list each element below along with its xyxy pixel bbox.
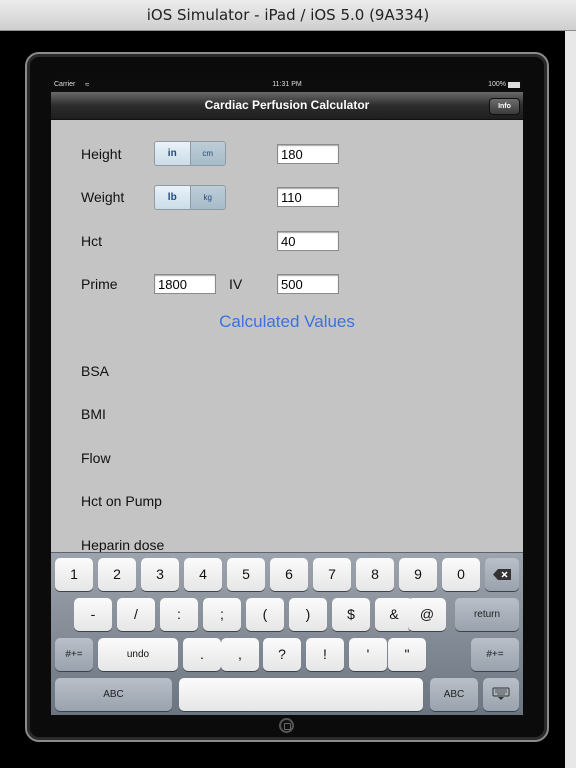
navigation-bar: Cardiac Perfusion Calculator Info	[51, 92, 523, 120]
desktop-background	[565, 31, 576, 768]
keyboard: 1 2 3 4 5 6 7 8 9 0 - / : ; ( ) $ & @ re…	[51, 552, 523, 715]
key-comma[interactable]: ,	[221, 638, 259, 671]
bmi-label: BMI	[81, 406, 106, 422]
flow-label: Flow	[81, 450, 111, 466]
key-at[interactable]: @	[408, 598, 446, 631]
window-title: iOS Simulator - iPad / iOS 5.0 (9A334)	[146, 6, 430, 24]
key-slash[interactable]: /	[117, 598, 155, 631]
nav-title: Cardiac Perfusion Calculator	[204, 98, 370, 112]
iv-input[interactable]	[277, 274, 339, 294]
battery-percent: 100%	[488, 81, 506, 88]
status-time: 11:31 PM	[272, 81, 302, 88]
prime-label: Prime	[81, 276, 118, 292]
prime-input[interactable]	[154, 274, 216, 294]
abc-key-right[interactable]: ABC	[430, 678, 478, 711]
keyboard-dismiss-icon	[492, 687, 510, 701]
dismiss-keyboard-key[interactable]	[483, 678, 519, 711]
key-1[interactable]: 1	[55, 558, 93, 591]
undo-key[interactable]: undo	[98, 638, 178, 671]
ipad-screen: Carrier ≈ 11:31 PM 100% Cardiac Perfusio…	[51, 79, 523, 715]
key-exclamation[interactable]: !	[306, 638, 344, 671]
weight-input[interactable]	[277, 187, 339, 207]
space-key[interactable]	[179, 678, 423, 711]
height-input[interactable]	[277, 144, 339, 164]
key-0[interactable]: 0	[442, 558, 480, 591]
backspace-icon	[493, 568, 511, 580]
battery-icon	[508, 82, 520, 88]
height-unit-segmented: in cm	[154, 141, 226, 166]
key-dollar[interactable]: $	[332, 598, 370, 631]
key-open-paren[interactable]: (	[246, 598, 284, 631]
key-4[interactable]: 4	[184, 558, 222, 591]
abc-key-left[interactable]: ABC	[55, 678, 172, 711]
weight-unit-kg[interactable]: kg	[189, 186, 225, 209]
hct-input[interactable]	[277, 231, 339, 251]
return-key[interactable]: return	[455, 598, 519, 631]
bsa-label: BSA	[81, 363, 110, 379]
key-6[interactable]: 6	[270, 558, 308, 591]
status-bar: Carrier ≈ 11:31 PM 100%	[51, 79, 523, 92]
home-button[interactable]	[279, 718, 294, 733]
weight-label: Weight	[81, 189, 125, 205]
symbols-key-right[interactable]: #+=	[471, 638, 519, 671]
key-semicolon[interactable]: ;	[203, 598, 241, 631]
key-2[interactable]: 2	[98, 558, 136, 591]
key-8[interactable]: 8	[356, 558, 394, 591]
symbols-key-left[interactable]: #+=	[55, 638, 93, 671]
key-question[interactable]: ?	[263, 638, 301, 671]
heparin-dose-label: Heparin dose	[81, 537, 165, 553]
key-hyphen[interactable]: -	[74, 598, 112, 631]
height-label: Height	[81, 146, 122, 162]
key-colon[interactable]: :	[160, 598, 198, 631]
height-unit-cm[interactable]: cm	[189, 142, 225, 165]
weight-unit-segmented: lb kg	[154, 185, 226, 210]
key-9[interactable]: 9	[399, 558, 437, 591]
key-5[interactable]: 5	[227, 558, 265, 591]
key-close-paren[interactable]: )	[289, 598, 327, 631]
hct-on-pump-label: Hct on Pump	[81, 493, 162, 509]
hct-label: Hct	[81, 233, 102, 249]
key-apostrophe[interactable]: '	[349, 638, 387, 671]
weight-unit-lb[interactable]: lb	[155, 186, 190, 209]
key-3[interactable]: 3	[141, 558, 179, 591]
key-period[interactable]: .	[183, 638, 221, 671]
key-quote[interactable]: "	[388, 638, 426, 671]
height-unit-in[interactable]: in	[155, 142, 190, 165]
info-button[interactable]: Info	[489, 98, 520, 115]
window-title-bar: iOS Simulator - iPad / iOS 5.0 (9A334)	[0, 0, 576, 31]
backspace-key[interactable]	[485, 558, 519, 591]
key-7[interactable]: 7	[313, 558, 351, 591]
iv-label: IV	[229, 276, 243, 292]
calculated-values-header: Calculated Values	[219, 312, 355, 331]
